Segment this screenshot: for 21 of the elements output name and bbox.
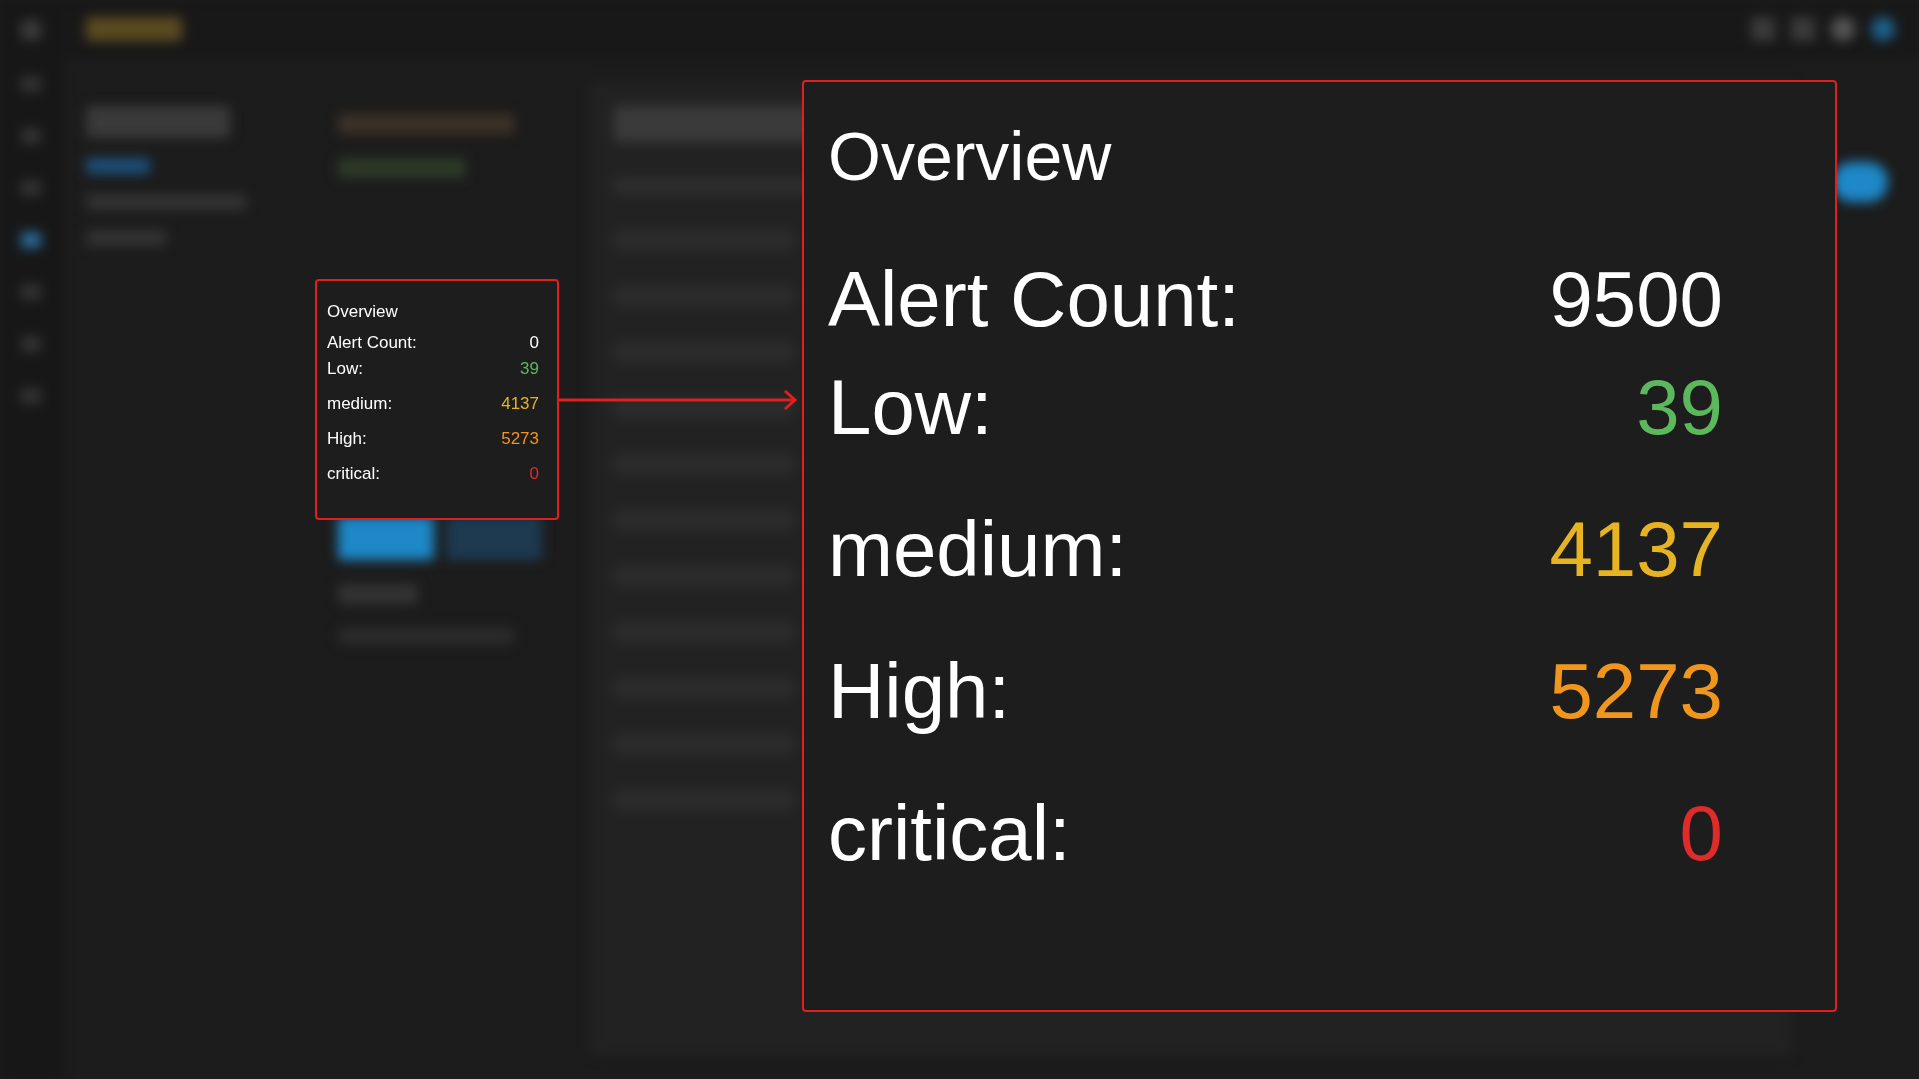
panel-title: Overview [327, 303, 399, 320]
row-label: Alert Count: [828, 260, 1240, 338]
row-label: Low: [828, 368, 993, 446]
row-label: critical: [327, 465, 380, 482]
row-value: 0 [529, 334, 539, 351]
row-value: 4137 [501, 395, 539, 412]
row-value: 9500 [1549, 260, 1723, 338]
row-label: Alert Count: [327, 334, 417, 351]
row-value: 5273 [501, 430, 539, 447]
row-label: High: [327, 430, 367, 447]
row-value: 0 [529, 465, 539, 482]
row-value: 39 [1636, 368, 1723, 446]
row-label: medium: [327, 395, 393, 412]
row-label: Low: [327, 360, 363, 377]
row-value: 0 [1679, 794, 1723, 872]
panel-title: Overview [828, 122, 1113, 190]
row-label: critical: [828, 794, 1071, 872]
row-value: 5273 [1549, 652, 1723, 730]
row-label: medium: [828, 510, 1128, 588]
row-value: 39 [520, 360, 539, 377]
row-value: 4137 [1549, 510, 1723, 588]
